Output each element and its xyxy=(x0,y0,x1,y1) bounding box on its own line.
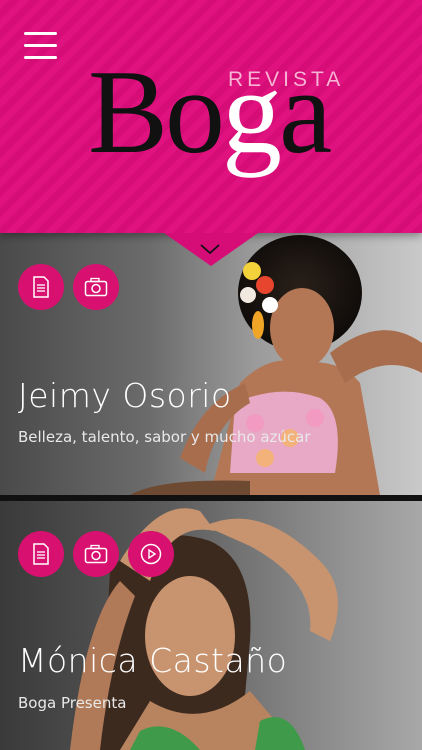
article-subtitle: Belleza, talento, sabor y mucho azúcar xyxy=(18,428,311,446)
logo-part-bo: Bo xyxy=(88,45,225,178)
gallery-button[interactable] xyxy=(73,531,119,577)
document-icon xyxy=(33,543,49,565)
chevron-down-icon[interactable] xyxy=(200,244,220,254)
logo-boga-text: Boga xyxy=(88,52,332,172)
article-button[interactable] xyxy=(18,264,64,310)
article-card-monica[interactable]: Mónica Castaño Boga Presenta xyxy=(0,501,422,750)
article-button[interactable] xyxy=(18,531,64,577)
cover-photo-jeimy xyxy=(130,235,422,495)
article-title[interactable]: Jeimy Osorio xyxy=(18,376,232,415)
logo-part-g: g xyxy=(222,45,282,178)
article-card-jeimy[interactable]: Jeimy Osorio Belleza, talento, sabor y m… xyxy=(0,233,422,495)
article-subtitle: Boga Presenta xyxy=(18,694,127,712)
menu-button[interactable] xyxy=(24,32,57,60)
app-header: REVISTA Boga xyxy=(0,0,422,233)
document-icon xyxy=(33,276,49,298)
video-button[interactable] xyxy=(128,531,174,577)
gallery-button[interactable] xyxy=(73,264,119,310)
cover-photo-monica xyxy=(70,508,338,750)
hamburger-line xyxy=(24,44,57,47)
camera-icon xyxy=(84,277,108,297)
hamburger-line xyxy=(24,56,57,59)
card-divider xyxy=(0,495,422,501)
hamburger-icon xyxy=(24,32,57,35)
boga-logo[interactable]: REVISTA Boga xyxy=(88,52,340,202)
logo-part-a: a xyxy=(279,45,332,178)
article-title[interactable]: Mónica Castaño xyxy=(18,641,287,680)
camera-icon xyxy=(84,544,108,564)
play-icon xyxy=(140,543,162,565)
